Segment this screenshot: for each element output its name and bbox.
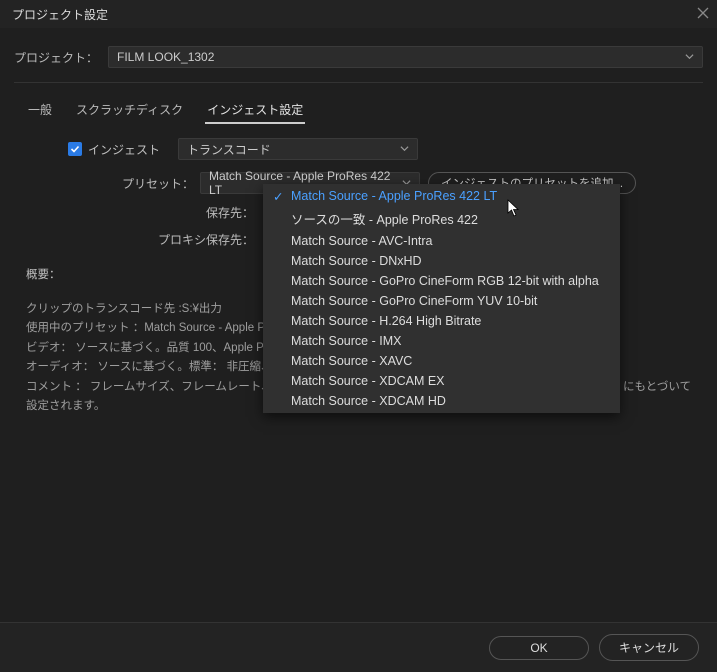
window-title: プロジェクト設定: [12, 6, 108, 23]
ingest-checkbox-group: インジェスト: [68, 141, 160, 158]
dropdown-item[interactable]: Match Source - XDCAM HD: [263, 391, 620, 411]
preset-label: プリセット：: [26, 175, 200, 192]
tab-scratch[interactable]: スクラッチディスク: [74, 97, 185, 124]
preset-dropdown: Match Source - Apple ProRes 422 LT ソースの一…: [263, 184, 620, 413]
footer: OK キャンセル: [0, 622, 717, 672]
chevron-down-icon: [400, 142, 409, 156]
cancel-button-label: キャンセル: [619, 641, 679, 655]
dropdown-item[interactable]: ソースの一致 - Apple ProRes 422: [263, 206, 620, 231]
project-select-value: FILM LOOK_1302: [117, 50, 214, 64]
project-row: プロジェクト： FILM LOOK_1302: [0, 28, 717, 82]
dropdown-item[interactable]: Match Source - DNxHD: [263, 251, 620, 271]
proxy-saveto-label: プロキシ保存先：: [26, 231, 260, 248]
dropdown-item[interactable]: Match Source - Apple ProRes 422 LT: [263, 186, 620, 206]
ingest-row: インジェスト トランスコード: [68, 138, 691, 160]
tab-ingest[interactable]: インジェスト設定: [205, 97, 305, 124]
ingest-checkbox[interactable]: [68, 142, 82, 156]
dropdown-item[interactable]: Match Source - XDCAM EX: [263, 371, 620, 391]
mouse-cursor-icon: [507, 199, 521, 220]
tab-general[interactable]: 一般: [26, 97, 54, 124]
ingest-checkbox-label: インジェスト: [88, 141, 160, 158]
cancel-button[interactable]: キャンセル: [599, 634, 699, 661]
titlebar: プロジェクト設定: [0, 0, 717, 28]
chevron-down-icon: [685, 50, 694, 64]
ok-button-label: OK: [530, 641, 547, 655]
ingest-mode-value: トランスコード: [187, 141, 271, 158]
dropdown-item[interactable]: Match Source - IMX: [263, 331, 620, 351]
saveto-label: 保存先：: [26, 204, 260, 221]
dropdown-item[interactable]: Match Source - H.264 High Bitrate: [263, 311, 620, 331]
ok-button[interactable]: OK: [489, 636, 589, 660]
close-icon[interactable]: [697, 7, 709, 22]
project-label: プロジェクト：: [14, 49, 98, 66]
dropdown-item[interactable]: Match Source - XAVC: [263, 351, 620, 371]
separator: [14, 82, 703, 83]
dropdown-item[interactable]: Match Source - AVC-Intra: [263, 231, 620, 251]
ingest-mode-select[interactable]: トランスコード: [178, 138, 418, 160]
project-select[interactable]: FILM LOOK_1302: [108, 46, 703, 68]
tabs: 一般 スクラッチディスク インジェスト設定: [26, 97, 717, 124]
dropdown-item[interactable]: Match Source - GoPro CineForm YUV 10-bit: [263, 291, 620, 311]
dropdown-item[interactable]: Match Source - GoPro CineForm RGB 12-bit…: [263, 271, 620, 291]
